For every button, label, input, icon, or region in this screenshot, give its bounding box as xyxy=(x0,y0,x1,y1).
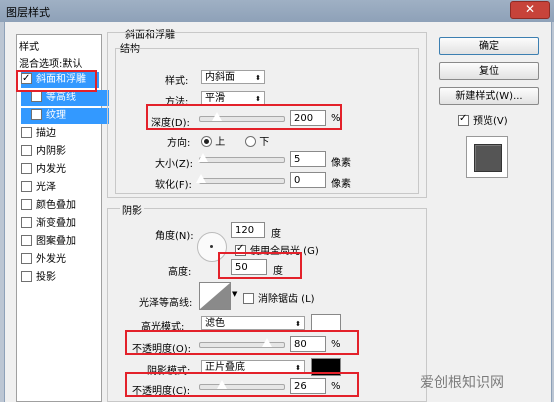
style-item[interactable]: 内阴影 xyxy=(21,144,99,160)
window-title: 图层样式 xyxy=(6,6,50,19)
radio-down[interactable] xyxy=(245,135,256,147)
reset-button[interactable]: 复位 xyxy=(439,62,539,80)
style-item[interactable]: 投影 xyxy=(21,270,99,286)
direction-up-label: 上 xyxy=(215,137,226,148)
slider-thumb[interactable] xyxy=(195,173,207,184)
size-slider[interactable] xyxy=(197,152,285,163)
preview-option[interactable]: 预览(V) xyxy=(458,112,508,127)
style-item-checkbox[interactable] xyxy=(21,180,32,192)
preview-checkbox[interactable] xyxy=(458,113,469,126)
style-item[interactable]: 外发光 xyxy=(21,252,99,268)
style-item-label: 纹理 xyxy=(46,110,66,121)
style-item[interactable]: 描边 xyxy=(21,126,99,142)
style-item-checkbox[interactable] xyxy=(21,126,32,138)
style-item[interactable]: 图案叠加 xyxy=(21,234,99,250)
style-item-checkbox[interactable] xyxy=(21,216,32,228)
style-item[interactable]: 颜色叠加 xyxy=(21,198,99,214)
highlight-mode-select[interactable]: 滤色 ⬍ xyxy=(201,316,305,330)
highlight-box-shadow-opacity xyxy=(125,372,359,397)
style-item[interactable]: 光泽 xyxy=(21,180,99,196)
style-item-checkbox[interactable] xyxy=(21,144,32,156)
soften-input[interactable]: 0 xyxy=(290,172,326,188)
style-item-checkbox[interactable] xyxy=(21,162,32,174)
direction-down-option[interactable]: 下 xyxy=(245,133,269,148)
style-item[interactable]: 纹理 xyxy=(21,108,109,124)
style-item-label: 图案叠加 xyxy=(36,236,76,247)
style-item-label: 内发光 xyxy=(36,164,66,175)
angle-input[interactable]: 120 xyxy=(231,222,265,238)
watermark: 爱创根知识网 xyxy=(420,375,504,391)
antialias-option[interactable]: 消除锯齿 (L) xyxy=(243,290,315,305)
dial-center-icon xyxy=(210,245,213,248)
style-value: 内斜面 xyxy=(205,72,235,83)
highlight-box-highlight-opacity xyxy=(125,330,359,355)
blending-options-item[interactable]: 混合选项:默认 xyxy=(19,55,82,70)
style-item-label: 描边 xyxy=(36,128,56,139)
antialias-checkbox[interactable] xyxy=(243,292,254,304)
soften-slider[interactable] xyxy=(195,173,285,184)
highlight-box-altitude xyxy=(218,252,302,279)
styles-heading[interactable]: 样式 xyxy=(19,38,39,53)
updown-icon: ⬍ xyxy=(295,320,301,328)
antialias-label: 消除锯齿 (L) xyxy=(258,294,315,305)
preview-thumbnail xyxy=(466,136,508,178)
style-item-checkbox[interactable] xyxy=(21,234,32,246)
contour-dropdown-icon[interactable]: ▼ xyxy=(232,290,237,298)
highlight-mode-value: 滤色 xyxy=(205,318,225,329)
gloss-contour-preview[interactable] xyxy=(199,282,231,310)
highlight-box-depth xyxy=(146,104,342,130)
style-item-label: 投影 xyxy=(36,272,56,283)
direction-label: 方向: xyxy=(167,138,191,149)
close-button[interactable]: ✕ xyxy=(510,1,550,19)
size-label: 大小(Z): xyxy=(155,159,194,170)
style-select[interactable]: 内斜面 ⬍ xyxy=(201,70,265,84)
radio-up[interactable] xyxy=(201,135,212,147)
style-item[interactable]: 渐变叠加 xyxy=(21,216,99,232)
method-value: 平滑 xyxy=(205,93,225,104)
style-item-label: 等高线 xyxy=(46,92,76,103)
style-item-label: 外发光 xyxy=(36,254,66,265)
style-item[interactable]: 内发光 xyxy=(21,162,99,178)
style-item-checkbox[interactable] xyxy=(21,270,32,282)
layer-style-dialog: 样式 混合选项:默认 斜面和浮雕等高线纹理描边内阴影内发光光泽颜色叠加渐变叠加图… xyxy=(4,22,552,402)
style-item-checkbox[interactable] xyxy=(21,198,32,210)
preview-swatch xyxy=(474,144,502,172)
preview-label: 预览(V) xyxy=(473,116,508,127)
style-item-checkbox[interactable] xyxy=(31,90,42,102)
ok-button[interactable]: 确定 xyxy=(439,37,539,55)
style-item-label: 光泽 xyxy=(36,182,56,193)
method-select[interactable]: 平滑 ⬍ xyxy=(201,91,265,105)
style-item-label: 颜色叠加 xyxy=(36,200,76,211)
altitude-label: 高度: xyxy=(168,267,192,278)
slider-thumb[interactable] xyxy=(197,152,209,163)
gloss-contour-label: 光泽等高线: xyxy=(139,298,193,309)
soften-unit: 像素 xyxy=(331,179,351,190)
shading-title: 阴影 xyxy=(120,202,144,217)
style-item-label: 渐变叠加 xyxy=(36,218,76,229)
style-item-checkbox[interactable] xyxy=(31,108,42,120)
angle-label: 角度(N): xyxy=(155,231,194,242)
size-input[interactable]: 5 xyxy=(290,151,326,167)
direction-down-label: 下 xyxy=(259,137,270,148)
style-item-label: 内阴影 xyxy=(36,146,66,157)
style-item-checkbox[interactable] xyxy=(21,252,32,264)
updown-icon: ⬍ xyxy=(255,74,261,82)
size-unit: 像素 xyxy=(331,158,351,169)
direction-up-option[interactable]: 上 xyxy=(201,133,225,148)
new-style-button[interactable]: 新建样式(W)... xyxy=(439,87,539,105)
style-item[interactable]: 等高线 xyxy=(21,90,109,106)
contour-curve-icon xyxy=(200,283,230,309)
highlight-box-bevel xyxy=(16,70,97,92)
style-label: 样式: xyxy=(165,76,189,87)
title-bar: 图层样式 ✕ xyxy=(0,0,554,22)
soften-label: 软化(F): xyxy=(155,180,192,191)
angle-unit: 度 xyxy=(271,229,281,240)
